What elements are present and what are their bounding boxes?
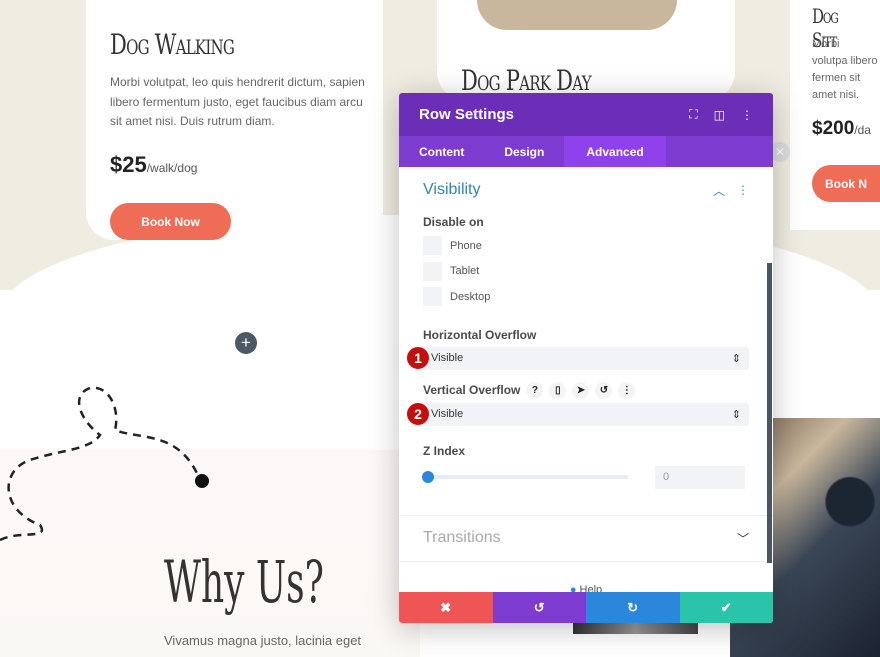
card-price: $200/da [812,118,871,139]
responsive-icon[interactable]: ▯ [549,381,567,399]
modal-tabs: Content Design Advanced [399,136,773,167]
modal-header: Row Settings ⛶ ◫ ⋮ [399,93,773,136]
why-us-heading: Why Us? [164,548,324,616]
fullscreen-icon[interactable]: ⛶ [689,107,697,122]
undo-button[interactable]: ↺ [492,592,586,623]
save-button[interactable]: ✔ [679,592,773,623]
hover-icon[interactable]: ➤ [572,381,590,399]
tab-content[interactable]: Content [399,136,484,167]
transitions-title: Transitions [423,529,501,546]
book-now-button[interactable]: Book Now [110,203,231,240]
z-index-slider[interactable] [422,471,628,483]
tab-design[interactable]: Design [484,136,564,167]
card-price: $25/walk/dog [110,152,198,177]
vertical-overflow-label: Vertical Overflow [423,383,521,397]
disable-tablet-checkbox[interactable]: Tablet [423,259,749,285]
chevron-down-icon: ﹀ [736,531,749,546]
slider-handle[interactable] [422,471,434,483]
section-more-icon[interactable]: ⋮ [737,183,749,197]
horizontal-overflow-select[interactable]: 1 Visible ⇕ [406,345,749,370]
vertical-overflow-select[interactable]: 2 Visible ⇕ [406,401,749,426]
dog-park-image [477,0,677,30]
why-us-text: Vivamus magna justo, lacinia eget [164,633,362,648]
cancel-button[interactable]: ✖ [399,592,493,623]
card-text: Morbi volutpat, leo quis hendrerit dictu… [110,75,365,128]
visibility-section-header[interactable]: Visibility ︿ ⋮ [423,167,749,213]
redo-button[interactable]: ↻ [586,592,680,623]
transitions-section-header[interactable]: Transitions ﹀ [399,514,773,562]
row-settings-modal: Row Settings ⛶ ◫ ⋮ Content Design Advanc… [399,93,773,623]
modal-title: Row Settings [419,106,515,123]
z-index-input[interactable]: 0 [655,465,745,489]
step-badge-1: 1 [406,345,430,370]
chevron-up-icon[interactable]: ︿ [713,182,725,199]
reset-icon[interactable]: ↺ [595,381,613,399]
z-index-label: Z Index [423,443,466,458]
globe-icon[interactable]: ✕ [770,142,790,162]
help-icon[interactable]: ? [526,381,544,399]
more-options-icon[interactable]: ⋮ [741,108,753,122]
card-dog-park: Dog Park Day [437,0,735,100]
disable-on-label: Disable on [423,215,484,229]
book-now-button-2[interactable]: Book N [812,165,880,202]
select-arrows-icon: ⇕ [731,352,741,365]
card-text: Morbi volutpa libero fermen sit amet nis… [812,38,878,101]
options-icon[interactable]: ⋮ [618,381,636,399]
dashed-path-decoration [0,386,209,542]
tab-advanced[interactable]: Advanced [564,136,666,167]
scrollbar[interactable] [767,263,772,563]
sidebar-toggle-icon[interactable]: ◫ [714,108,725,122]
disable-desktop-checkbox[interactable]: Desktop [423,284,749,310]
disable-phone-checkbox[interactable]: Phone [423,233,749,259]
select-arrows-icon: ⇕ [731,408,741,421]
add-row-button[interactable]: + [235,332,257,354]
vertical-overflow-row: Vertical Overflow ? ▯ ➤ ↺ ⋮ [423,381,749,399]
visibility-title: Visibility [423,181,481,198]
horizontal-overflow-label: Horizontal Overflow [423,327,537,342]
card-title: Dog Walking [110,28,235,61]
step-badge-2: 2 [406,401,430,426]
